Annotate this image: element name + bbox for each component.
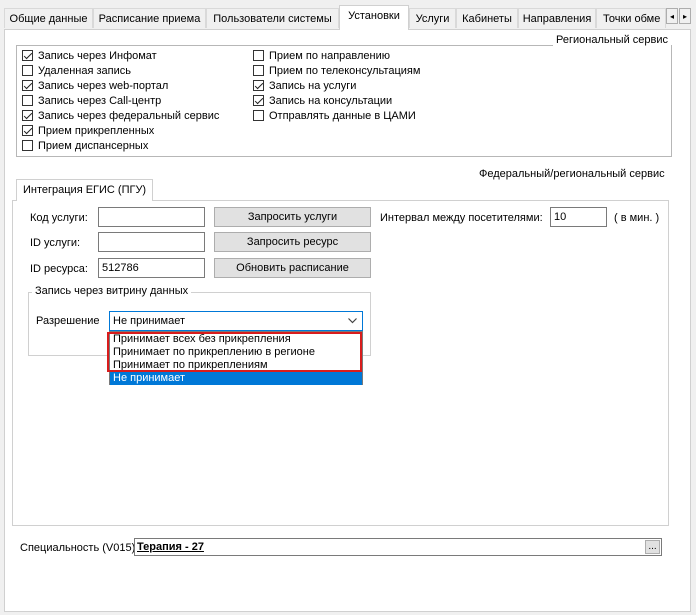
check-mark-icon [23, 110, 33, 120]
checkbox-box[interactable] [22, 125, 33, 136]
request-resource-button[interactable]: Запросить ресурс [214, 232, 371, 252]
showcase-title: Запись через витрину данных [32, 285, 192, 297]
specialty-label: Специальность (V015) [20, 542, 136, 554]
tab-scroll-arrows: ◂ ▸ [666, 8, 692, 26]
checkbox-box[interactable] [22, 140, 33, 151]
checkbox-label: Запись на консультации [269, 95, 393, 107]
tab-referrals[interactable]: Направления [518, 8, 596, 28]
highlight-annotation-box [107, 332, 362, 372]
update-schedule-button[interactable]: Обновить расписание [214, 258, 371, 278]
tab-services[interactable]: Услуги [409, 8, 456, 28]
checkbox-label: Запись через Call-центр [38, 95, 162, 107]
checkbox-box[interactable] [22, 95, 33, 106]
tab-cabinets[interactable]: Кабинеты [456, 8, 518, 28]
checkbox-label: Запись через web-портал [38, 80, 169, 92]
checkbox-label: Прием диспансерных [38, 140, 149, 152]
resource-id-input[interactable]: 512786 [98, 258, 205, 278]
checkbox-box[interactable] [253, 80, 264, 91]
interval-label: Интервал между посетителями: [380, 212, 543, 224]
tab-settings[interactable]: Установки [339, 5, 409, 30]
checkbox-label: Отправлять данные в ЦАМИ [269, 110, 416, 122]
checkbox-box[interactable] [22, 65, 33, 76]
check-mark-icon [254, 95, 264, 105]
tab-users[interactable]: Пользователи системы [206, 8, 339, 28]
tab-bar: Общие данные Расписание приема Пользоват… [0, 0, 696, 30]
request-services-button[interactable]: Запросить услуги [214, 207, 371, 227]
checkbox-label: Прием прикрепленных [38, 125, 155, 137]
service-id-input[interactable] [98, 232, 205, 252]
dropdown-option-selected[interactable]: Не принимает [110, 372, 362, 385]
interval-unit-label: ( в мин. ) [614, 212, 660, 224]
permission-label: Разрешение [36, 315, 100, 327]
tab-general[interactable]: Общие данные [4, 8, 93, 28]
check-mark-icon [23, 125, 33, 135]
specialty-value[interactable]: Терапия - 27 [135, 541, 204, 553]
service-code-input[interactable] [98, 207, 205, 227]
interval-input[interactable]: 10 [550, 207, 607, 227]
checkbox-label: Запись на услуги [269, 80, 357, 92]
arrow-left-icon[interactable]: ◂ [666, 8, 678, 24]
resource-id-label: ID ресурса: [30, 263, 88, 275]
regional-service-title: Региональный сервис [553, 34, 671, 46]
check-mark-icon [254, 80, 264, 90]
checkbox-box[interactable] [22, 80, 33, 91]
service-code-label: Код услуги: [30, 212, 88, 224]
checkbox-label: Удаленная запись [38, 65, 131, 77]
federal-service-title: Федеральный/региональный сервис [476, 168, 668, 180]
service-id-label: ID услуги: [30, 237, 81, 249]
check-mark-icon [23, 50, 33, 60]
checkbox-box[interactable] [22, 50, 33, 61]
checkbox-label: Прием по телеконсультациям [269, 65, 421, 77]
checkbox-box[interactable] [253, 95, 264, 106]
permission-select[interactable]: Не принимает [109, 311, 363, 331]
checkbox-box[interactable] [253, 110, 264, 121]
permission-select-value: Не принимает [113, 315, 186, 327]
tab-schedule[interactable]: Расписание приема [93, 8, 206, 28]
tab-exchange-points[interactable]: Точки обме [596, 8, 666, 28]
checkbox-label: Прием по направлению [269, 50, 391, 62]
checkbox-box[interactable] [253, 65, 264, 76]
specialty-field[interactable]: Терапия - 27 [134, 538, 662, 556]
check-mark-icon [23, 80, 33, 90]
specialty-browse-button[interactable]: ... [645, 540, 660, 554]
checkbox-label: Запись через федеральный сервис [38, 110, 220, 122]
checkbox-box[interactable] [22, 110, 33, 121]
checkbox-box[interactable] [253, 50, 264, 61]
tab-egis-integration[interactable]: Интеграция ЕГИС (ПГУ) [16, 179, 154, 201]
checkbox-label: Запись через Инфомат [38, 50, 157, 62]
chevron-down-icon[interactable] [348, 318, 357, 324]
arrow-right-icon[interactable]: ▸ [679, 8, 691, 24]
